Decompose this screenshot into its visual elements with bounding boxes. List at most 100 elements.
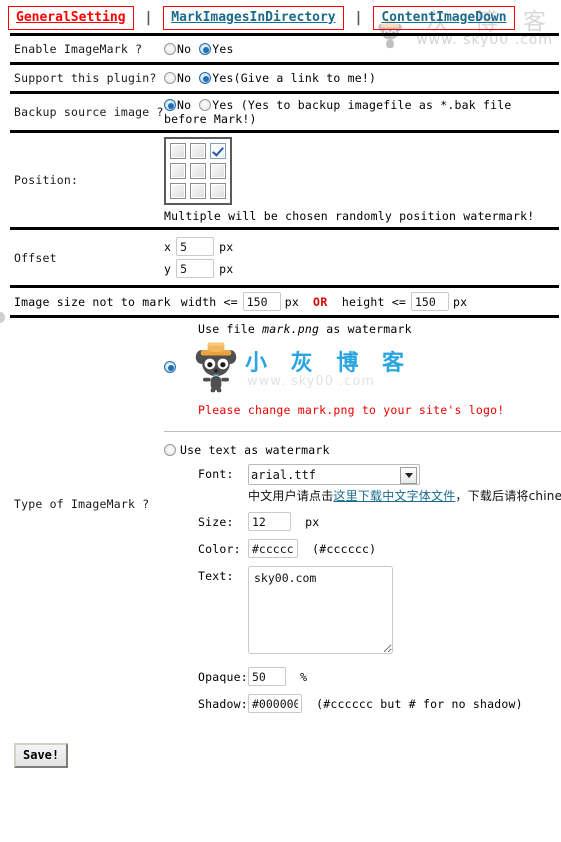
offset-y-line: y px <box>164 259 561 278</box>
image-size-height-label: height <= <box>341 294 406 309</box>
tab-general-setting[interactable]: GeneralSetting <box>8 6 134 30</box>
position-cell-middle-center[interactable] <box>190 163 206 179</box>
row-offset-label: Offset <box>14 250 57 265</box>
enable-yes-radio[interactable] <box>199 43 212 55</box>
row-image-size-body: Image size not to mark width <= px OR he… <box>14 292 561 311</box>
enable-no-radio[interactable] <box>164 43 176 55</box>
font-label: Font: <box>198 467 234 481</box>
color-hint: (#cccccc) <box>312 541 377 556</box>
color-input[interactable] <box>248 539 298 558</box>
tab-general-setting-link[interactable]: GeneralSetting <box>16 10 126 25</box>
position-cell-middle-left[interactable] <box>170 163 186 179</box>
backup-yes-label: Yes (Yes to backup imagefile as *.bak fi… <box>164 98 512 126</box>
opaque-control: % <box>248 667 561 686</box>
row-enable-imagemark-options: No Yes <box>164 42 561 56</box>
row-backup-source-image: Backup source image ? No Yes (Yes to back… <box>0 94 561 130</box>
shadow-field-row: Shadow: (#cccccc but # for no shadow) <box>198 694 561 713</box>
offset-x-label: x <box>164 239 172 254</box>
row-offset-body: x px y px <box>164 234 561 281</box>
chinese-font-hint-suffix: ，下载后请将chinese.t <box>455 489 561 503</box>
text-control: sky00.com <box>248 566 561 657</box>
image-size-height-unit: px <box>452 294 468 309</box>
backup-yes-radio[interactable] <box>199 99 212 111</box>
use-text-radio[interactable] <box>164 444 176 456</box>
position-cell-bottom-left[interactable] <box>170 183 186 199</box>
backup-yes-option[interactable]: Yes (Yes to backup imagefile as *.bak fi… <box>164 98 511 126</box>
position-cell-top-right[interactable] <box>210 143 226 159</box>
tab-content-image-down[interactable]: ContentImageDown <box>373 6 515 30</box>
support-yes-radio[interactable] <box>199 72 212 84</box>
tab-mark-images-in-directory[interactable]: MarkImagesInDirectory <box>163 6 344 30</box>
position-cell-top-center[interactable] <box>190 143 206 159</box>
size-input[interactable] <box>248 512 291 531</box>
position-cell-bottom-right[interactable] <box>210 183 226 199</box>
position-grid <box>164 137 232 205</box>
use-file-filename: mark.png <box>262 322 320 336</box>
logo-url-text: www. sky00 .com <box>247 374 376 389</box>
offset-y-unit: px <box>219 261 234 276</box>
enable-no-option[interactable]: No <box>164 42 191 56</box>
opaque-input[interactable] <box>248 667 286 686</box>
row-backup-source-image-label: Backup source image ? <box>14 105 164 119</box>
settings-form: Enable ImageMark ? No Yes Support this pl… <box>0 33 561 725</box>
row-support-plugin-options: No Yes(Give a link to me!) <box>164 71 561 85</box>
offset-x-unit: px <box>219 239 234 254</box>
enable-no-label: No <box>177 42 192 56</box>
use-file-radio[interactable] <box>164 361 176 373</box>
text-label: Text: <box>198 569 234 583</box>
save-button[interactable]: Save! <box>14 743 69 768</box>
row-offset: Offset x px y px <box>0 230 561 285</box>
row-enable-imagemark: Enable ImageMark ? No Yes <box>0 36 561 62</box>
position-cell-bottom-center[interactable] <box>190 183 206 199</box>
change-logo-note: Please change mark.png to your site's lo… <box>198 403 505 417</box>
shadow-label: Shadow: <box>198 697 248 711</box>
tab-content-image-down-link[interactable]: ContentImageDown <box>381 10 506 25</box>
row-type-of-imagemark-body: Use file mark.png as watermark 小 灰 博 客 w… <box>164 322 561 721</box>
font-select[interactable]: arial.ttf <box>248 464 420 485</box>
row-support-plugin: Support this plugin? No Yes(Give a link t… <box>0 65 561 91</box>
backup-no-option[interactable]: No <box>164 98 191 112</box>
chinese-font-hint-prefix: 中文用户请点击 <box>248 489 334 503</box>
mascot-logo-icon <box>195 342 237 393</box>
image-size-height-input[interactable] <box>410 292 449 311</box>
size-control: px <box>248 512 561 531</box>
use-text-option-label[interactable]: Use text as watermark <box>164 443 330 457</box>
tab-mark-images-in-directory-link[interactable]: MarkImagesInDirectory <box>171 10 335 25</box>
use-file-heading: Use file mark.png as watermark <box>198 322 561 336</box>
support-no-radio[interactable] <box>164 72 176 84</box>
backup-no-radio[interactable] <box>164 99 176 111</box>
image-size-or-label: OR <box>312 294 328 309</box>
image-size-width-input[interactable] <box>242 292 281 311</box>
enable-yes-option[interactable]: Yes <box>199 42 233 56</box>
size-unit: px <box>305 514 320 529</box>
position-cell-top-left[interactable] <box>170 143 186 159</box>
tab-separator-1: | <box>144 10 153 26</box>
use-file-prefix: Use file <box>198 322 263 336</box>
image-size-width-unit: px <box>284 294 299 309</box>
shadow-control: (#cccccc but # for no shadow) <box>248 694 561 713</box>
tab-navigation: GeneralSetting | MarkImagesInDirectory |… <box>0 0 561 30</box>
offset-x-input[interactable] <box>176 237 215 256</box>
position-cell-middle-right[interactable] <box>210 163 226 179</box>
position-note: Multiple will be chosen randomly positio… <box>164 209 535 223</box>
offset-x-line: x px <box>164 237 561 256</box>
row-type-of-imagemark-label: Type of ImageMark ? <box>14 497 150 511</box>
font-control: arial.ttf 中文用户请点击这里下载中文字体文件，下载后请将chinese… <box>248 464 561 504</box>
support-yes-label: Yes(Give a link to me!) <box>212 71 377 85</box>
support-no-label: No <box>177 71 192 85</box>
watermark-type-divider <box>164 431 561 432</box>
offset-y-input[interactable] <box>176 259 215 278</box>
row-position: Position: Multiple will be chosen random… <box>0 133 561 227</box>
support-yes-option[interactable]: Yes(Give a link to me!) <box>199 71 376 85</box>
shadow-input[interactable] <box>248 694 302 713</box>
row-backup-source-image-options: No Yes (Yes to backup imagefile as *.bak … <box>164 98 561 126</box>
use-text-option-row: Use text as watermark <box>164 443 561 457</box>
row-position-label: Position: <box>14 173 79 187</box>
color-label: Color: <box>198 542 241 556</box>
position-grid-wrapper <box>164 137 232 205</box>
font-select-wrapper[interactable]: arial.ttf <box>248 464 420 485</box>
support-no-option[interactable]: No <box>164 71 191 85</box>
watermark-logo-preview: 小 灰 博 客 www. sky00 .com <box>189 341 404 393</box>
chinese-font-download-link[interactable]: 这里下载中文字体文件 <box>333 489 455 503</box>
watermark-text-textarea[interactable]: sky00.com <box>248 566 393 654</box>
